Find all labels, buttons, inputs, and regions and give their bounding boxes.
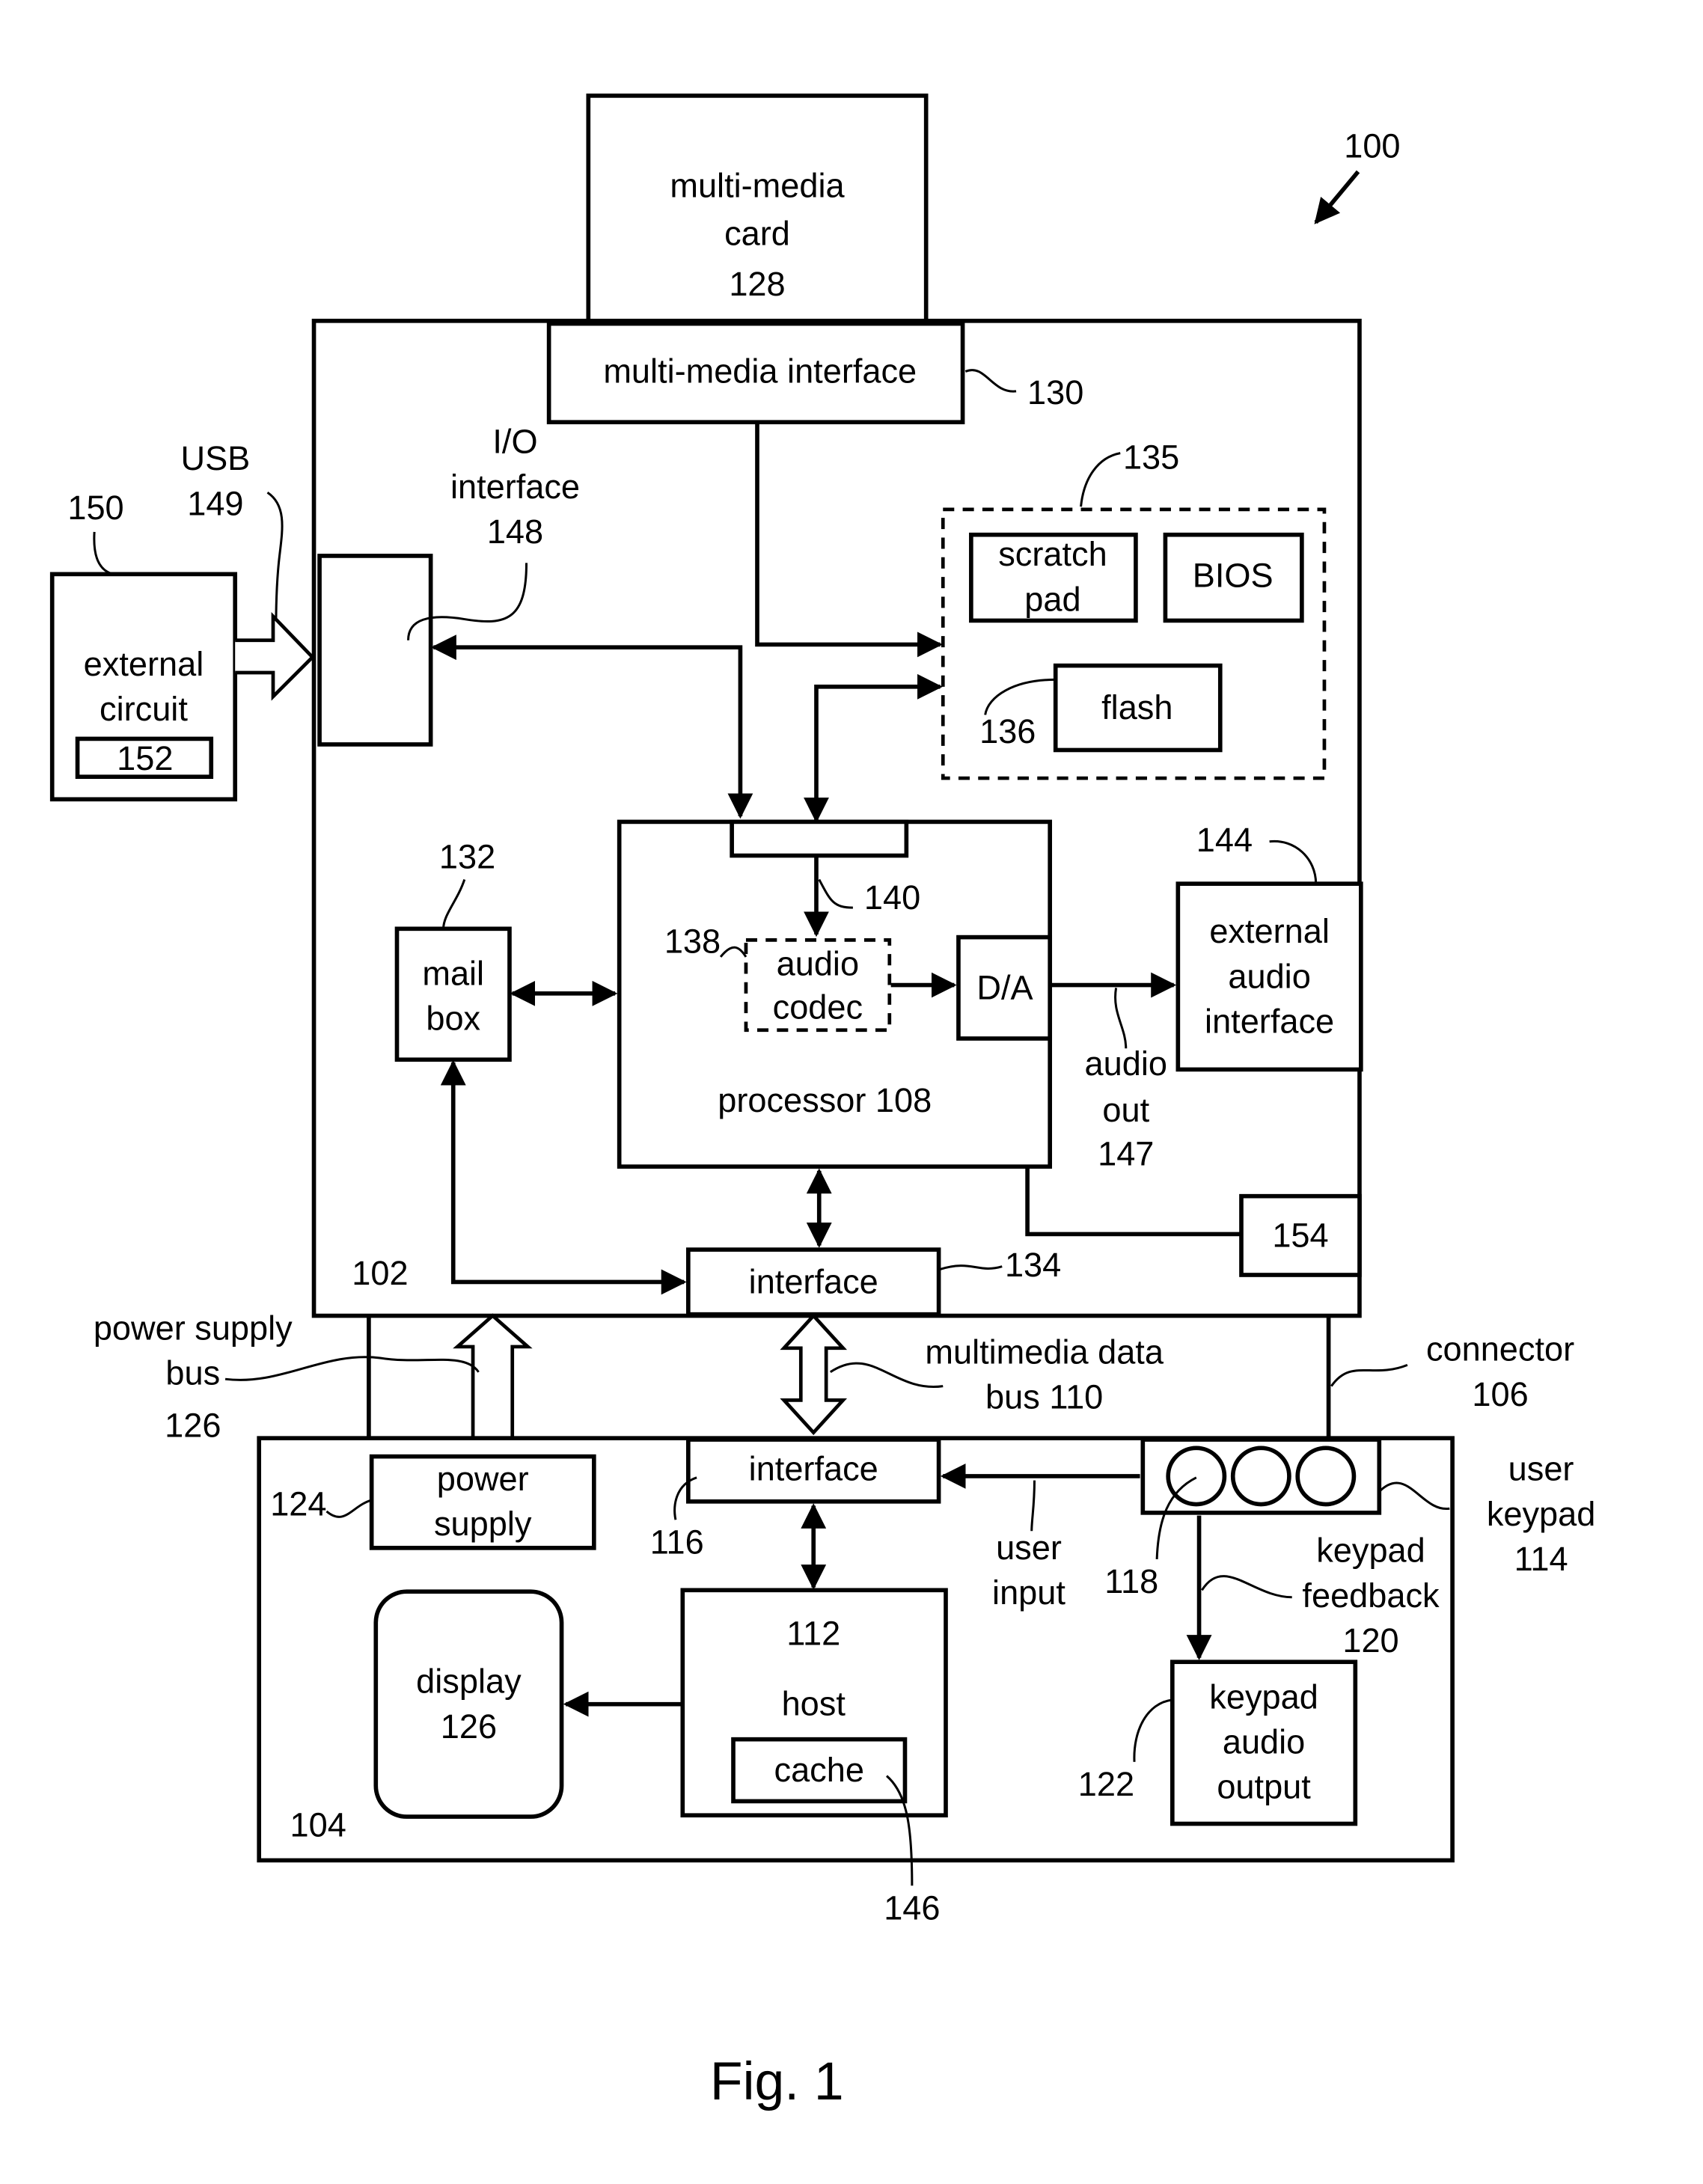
cache-ref: 146 — [884, 1888, 940, 1927]
display-label-1: display — [416, 1663, 522, 1701]
multimedia-bus-label-1: multimedia data — [925, 1333, 1164, 1371]
external-audio-interface: external audio interface — [1175, 881, 1363, 1072]
audio-out-label-2: out — [1102, 1091, 1149, 1129]
power-bus-arrow — [453, 1313, 533, 1457]
audio-codec-ref: 138 — [664, 922, 721, 960]
keypad-ref: 114 — [1514, 1540, 1568, 1578]
keypad-button-3[interactable] — [1295, 1446, 1357, 1507]
power-supply-ref: 124 — [270, 1485, 326, 1523]
processor-label: processor 108 — [718, 1081, 932, 1119]
keypad-buttons-ref: 118 — [1104, 1562, 1158, 1600]
flash-label: flash — [1101, 688, 1172, 727]
keypad-audio-label-2: audio — [1223, 1722, 1305, 1761]
external-audio-label-3: interface — [1205, 1003, 1334, 1041]
block-154-ref: 154 — [1272, 1216, 1328, 1254]
cache-label: cache — [774, 1751, 864, 1789]
mailbox-label-2: box — [426, 1000, 480, 1038]
processor-port-ref: 140 — [864, 878, 920, 917]
multimedia-interface: multi-media interface — [546, 321, 965, 425]
keypad-feedback-label-1: keypad — [1316, 1532, 1425, 1570]
mailbox-ref: 132 — [439, 837, 495, 875]
multimedia-card: multi-media card 128 — [586, 94, 929, 326]
scratch-pad: scratch pad — [969, 532, 1138, 623]
figure-ref: 100 — [1344, 127, 1400, 165]
usb-bus-arrow — [235, 611, 315, 701]
keypad-feedback-ref: 120 — [1342, 1621, 1398, 1660]
da-label: D/A — [976, 968, 1033, 1006]
multimedia-card-label-1: multi-media — [670, 166, 845, 204]
audio-out-label-1: audio — [1085, 1044, 1167, 1083]
audio-codec-label-1: audio — [777, 944, 859, 982]
keypad-button-2[interactable] — [1230, 1446, 1291, 1507]
external-circuit-ref: 150 — [67, 489, 123, 527]
multimedia-interface-label: multi-media interface — [603, 352, 917, 391]
user-input-label-2: input — [992, 1573, 1065, 1612]
usb-ref: 149 — [187, 484, 243, 522]
mailbox-label-1: mail — [422, 955, 484, 993]
keypad-audio-label-3: output — [1217, 1768, 1311, 1806]
external-audio-ref: 144 — [1196, 821, 1253, 859]
multimedia-interface-ref: 130 — [1027, 373, 1083, 412]
keypad-audio-ref: 122 — [1078, 1765, 1134, 1803]
audio-codec-label-2: codec — [773, 988, 863, 1027]
connector-ref: 106 — [1472, 1375, 1528, 1413]
figure-ref-arrow — [1314, 170, 1360, 224]
io-interface-block — [317, 554, 433, 747]
interface-116-label: interface — [749, 1450, 878, 1488]
keypad-audio-label-1: keypad — [1209, 1677, 1318, 1716]
power-bus-label-2: bus — [165, 1354, 220, 1392]
leader-power-bus — [224, 1356, 480, 1381]
display — [373, 1589, 564, 1819]
external-circuit: external circuit 152 — [49, 572, 238, 802]
keypad-label-1: user — [1508, 1450, 1574, 1488]
scratch-pad-label-2: pad — [1024, 580, 1080, 618]
io-interface-ref: 148 — [487, 513, 543, 551]
usb-label: USB — [180, 439, 250, 477]
user-input-label-1: user — [996, 1529, 1062, 1567]
host-ref: 112 — [786, 1615, 840, 1653]
multimedia-bus-label-2: bus 110 — [985, 1378, 1103, 1416]
interface-134-label: interface — [749, 1262, 878, 1300]
leader-106 — [1330, 1363, 1408, 1387]
external-audio-label-2: audio — [1228, 957, 1310, 995]
keypad-button-1[interactable] — [1166, 1446, 1227, 1507]
leader-150 — [93, 531, 114, 575]
power-supply-label-1: power — [437, 1460, 529, 1498]
mailbox: mail box — [394, 926, 512, 1062]
processor-port — [730, 819, 909, 858]
multimedia-card-label-2: card — [724, 214, 790, 252]
block-diagram: 100 multi-media card 128 102 multi-media… — [49, 94, 1596, 2111]
host-label: host — [782, 1685, 846, 1723]
scratch-pad-label-1: scratch — [998, 535, 1107, 573]
bios: BIOS — [1163, 532, 1304, 623]
connector-label: connector — [1426, 1330, 1574, 1368]
multimedia-card-ref: 128 — [729, 265, 785, 303]
figure-caption: Fig. 1 — [710, 2052, 844, 2111]
power-bus-label-1: power supply — [94, 1309, 293, 1348]
flash-ref: 136 — [979, 712, 1036, 750]
interface-134-ref: 134 — [1005, 1246, 1061, 1284]
display-label-2: 126 — [441, 1707, 497, 1746]
host-device-ref: 104 — [290, 1805, 346, 1844]
keypad-feedback-label-2: feedback — [1302, 1576, 1440, 1615]
audio-out-ref: 147 — [1098, 1134, 1154, 1172]
external-circuit-label-2: circuit — [100, 690, 188, 728]
device-block-ref: 102 — [352, 1254, 408, 1292]
keypad-label-2: keypad — [1487, 1495, 1596, 1533]
power-bus-ref: 126 — [165, 1406, 221, 1444]
interface-116-ref: 116 — [650, 1523, 704, 1561]
flash: flash — [1053, 663, 1223, 753]
bios-label: BIOS — [1193, 556, 1274, 594]
io-interface-label-2: interface — [450, 468, 580, 506]
external-audio-label-1: external — [1209, 912, 1330, 950]
io-interface-label-1: I/O — [492, 423, 537, 461]
multimedia-bus-arrow — [780, 1313, 848, 1436]
memory-group-ref: 135 — [1123, 438, 1179, 476]
power-supply-label-2: supply — [434, 1505, 532, 1543]
external-circuit-label-1: external — [84, 645, 204, 683]
external-circuit-inner-ref: 152 — [117, 739, 173, 777]
